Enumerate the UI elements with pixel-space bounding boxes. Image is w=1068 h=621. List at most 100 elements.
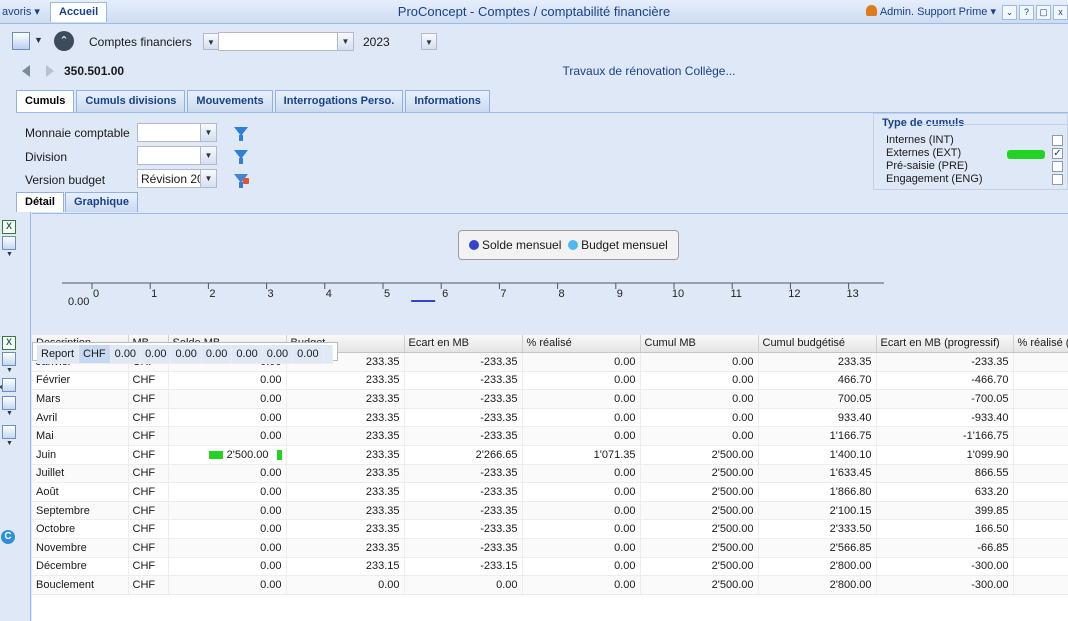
account-row: 350.501.00 Travaux de rénovation Collège… — [0, 57, 1068, 85]
filter-clear-icon[interactable] — [234, 174, 249, 188]
table-row[interactable]: Février CHF 0.00 233.35 -233.35 0.00 0.00 466.7… — [32, 371, 1068, 391]
column-header[interactable]: % réalisé — [522, 335, 641, 353]
cell-value: Mai — [36, 430, 54, 443]
table-row[interactable]: Décembre CHF 0.00 233.15 -233.15 0.00 2'500.00… — [32, 557, 1068, 577]
tab-informations[interactable]: Informations — [405, 90, 490, 112]
cumul-engagement-checkbox[interactable] — [1052, 174, 1063, 185]
table-row[interactable]: Octobre CHF 0.00 233.35 -233.35 0.00 2'500.00 2… — [32, 519, 1068, 539]
tab-cumuls[interactable]: Cumuls — [16, 90, 75, 112]
cumul-internes-checkbox[interactable] — [1052, 135, 1063, 146]
cumul-presaisie-checkbox[interactable] — [1052, 161, 1063, 172]
maximize-button[interactable]: ▢ — [1036, 5, 1051, 20]
layout-icon[interactable] — [2, 378, 16, 392]
table-cell: 166.50 — [876, 519, 1014, 539]
table-row[interactable]: Mai CHF 0.00 233.35 -233.35 0.00 0.00 1'166.75 -… — [32, 426, 1068, 446]
tab-detail[interactable]: Détail — [16, 192, 64, 212]
cell-value: -233.35 — [480, 504, 518, 517]
table-cell: -233.35 — [404, 482, 523, 502]
table-cell: CHF — [128, 538, 169, 558]
year-select[interactable]: 2023 ▼ — [358, 32, 438, 51]
cell-value: 0.00 — [732, 392, 754, 405]
x-tick-label: 4 — [326, 288, 332, 300]
excel-export-icon[interactable] — [2, 336, 16, 350]
save-icon[interactable] — [2, 352, 16, 366]
tab-interrogations[interactable]: Interrogations Perso. — [274, 90, 404, 112]
chevron-down-icon[interactable]: ▼ — [6, 251, 13, 258]
chevron-down-icon[interactable]: ▼ — [6, 410, 13, 417]
highlight-mark — [1007, 150, 1045, 159]
close-button[interactable]: x — [1053, 5, 1068, 20]
table-row[interactable]: Juillet CHF 0.00 233.35 -233.35 0.00 2'500.00 1… — [32, 464, 1068, 484]
table-cell: 2'500.00 — [168, 445, 287, 465]
excel-export-icon[interactable] — [2, 220, 16, 234]
view-icon[interactable] — [2, 425, 16, 439]
table-cell: 0.00 — [168, 519, 287, 539]
table-cell — [1013, 426, 1068, 446]
column-header[interactable]: Cumul budgétisé — [758, 335, 877, 353]
cell-value: 2'500.00 — [711, 485, 754, 498]
cumul-externes-checkbox[interactable]: ✓ — [1052, 148, 1063, 159]
table-cell: Bouclement — [32, 575, 129, 595]
table-cell: 2'333.50 — [758, 519, 877, 539]
column-settings-icon[interactable] — [2, 396, 16, 410]
table-cell: 2'500.00 — [640, 519, 759, 539]
tab-cumuls-divisions[interactable]: Cumuls divisions — [76, 90, 186, 112]
table-cell: Report — [37, 345, 80, 365]
collapse-button[interactable]: ⌄ — [1002, 5, 1017, 20]
cell-value: 0.00 — [732, 411, 754, 424]
tab-graphique[interactable]: Graphique — [64, 192, 138, 212]
table-cell: CHF — [128, 445, 169, 465]
filter-icon[interactable] — [234, 127, 248, 141]
table-row[interactable]: Mars CHF 0.00 233.35 -233.35 0.00 0.00 700.05 -7… — [32, 389, 1068, 409]
table-cell: 233.35 — [286, 408, 405, 428]
division-select[interactable]: ▼ — [137, 146, 217, 165]
chevron-down-icon[interactable]: ▼ — [6, 440, 13, 447]
highlight-mark — [208, 450, 223, 459]
column-header[interactable]: Ecart en MB — [404, 335, 523, 353]
cell-value: CHF — [132, 541, 156, 554]
module-select[interactable]: Comptes financiers ▼ — [84, 32, 220, 51]
collapse-up-icon[interactable]: ⌃ — [54, 31, 74, 51]
cell-value: CHF — [132, 560, 156, 573]
chevron-down-icon[interactable]: ▼ — [34, 35, 43, 45]
table-cell: CHF — [78, 345, 111, 365]
refresh-icon[interactable]: C — [1, 530, 15, 544]
table-row[interactable]: Avril CHF 0.00 233.35 -233.35 0.00 0.00 933.40 -… — [32, 408, 1068, 428]
table-cell: CHF — [128, 464, 169, 484]
table-cell: 0.00 — [170, 345, 202, 365]
table-cell: -233.15 — [404, 557, 523, 577]
table-cell: 1'071.35 — [522, 445, 641, 465]
help-button[interactable]: ? — [1019, 5, 1034, 20]
secondary-select[interactable]: ▼ — [218, 32, 354, 51]
save-icon[interactable] — [2, 236, 16, 250]
cell-value: Bouclement — [36, 578, 95, 591]
table-row[interactable]: Bouclement CHF 0.00 0.00 0.00 0.00 2'500.00 2'8… — [32, 575, 1068, 595]
column-header[interactable]: Ecart en MB (progressif) — [876, 335, 1014, 353]
monnaie-select[interactable]: ▼ — [137, 123, 217, 142]
table-cell: 933.40 — [758, 408, 877, 428]
table-row[interactable]: Août CHF 0.00 233.35 -233.35 0.00 2'500.00 1'86… — [32, 482, 1068, 502]
table-row[interactable]: Report CHF 0.00 0.00 0.00 0.00 0.00 0.00 0.00 — [32, 342, 338, 365]
table-row[interactable]: Novembre CHF 0.00 233.35 -233.35 0.00 2'500.00… — [32, 538, 1068, 558]
cell-value: 0.00 — [614, 504, 636, 517]
column-header[interactable]: % réalisé ( — [1013, 335, 1068, 353]
monnaie-label: Monnaie comptable — [25, 126, 130, 140]
tab-mouvements[interactable]: Mouvements — [187, 90, 273, 112]
cell-value: Juin — [36, 448, 57, 461]
cell-value: 0.00 — [260, 467, 282, 480]
table-row[interactable]: Septembre CHF 0.00 233.35 -233.35 0.00 2'500.0… — [32, 501, 1068, 521]
table-cell: 0.00 — [522, 464, 641, 484]
version-select[interactable]: Révision 20 ▼ — [137, 169, 217, 188]
table-row[interactable]: Juin CHF 2'500.00 233.35 2'266.65 1'071.35 2'5… — [32, 445, 1068, 465]
cell-value: 0.00 — [614, 430, 636, 443]
cell-value: -466.70 — [971, 374, 1009, 387]
column-header[interactable]: Cumul MB — [640, 335, 759, 353]
filter-icon[interactable] — [234, 150, 248, 164]
table-cell: 0.00 — [140, 345, 172, 365]
new-record-icon[interactable] — [12, 32, 30, 50]
cell-value: -233.35 — [480, 541, 518, 554]
chevron-down-icon[interactable]: ▼ — [6, 367, 13, 374]
table-cell: 0.00 — [110, 345, 142, 365]
user-menu[interactable]: Admin. Support Prime ▾ — [865, 5, 996, 18]
table-cell: 233.35 — [286, 389, 405, 409]
